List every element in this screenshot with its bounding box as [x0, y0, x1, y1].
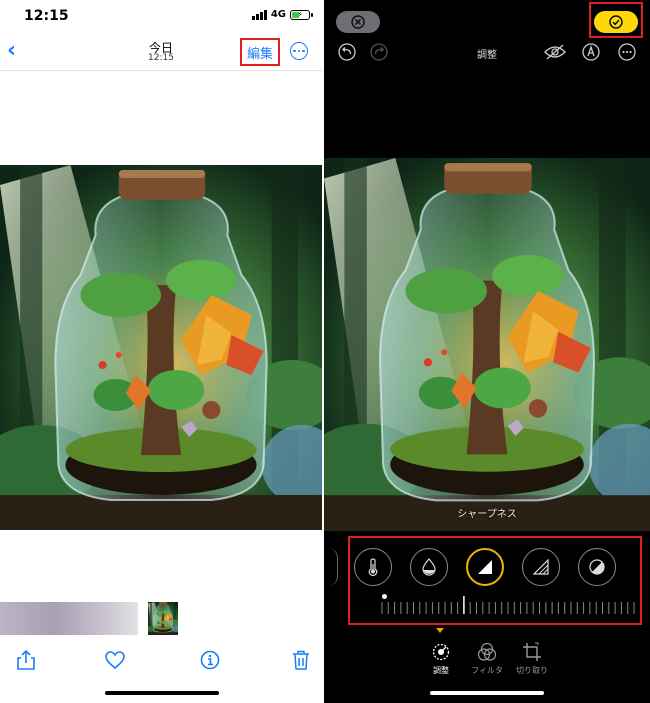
filters-icon [476, 641, 498, 663]
thumbnail-strip[interactable] [0, 602, 138, 635]
thumbnail-current[interactable] [148, 602, 178, 635]
adjustment-name-label: シャープネス [457, 509, 517, 520]
photo [0, 165, 322, 530]
tab-adjust[interactable]: 調整 [419, 641, 463, 676]
sharpness-icon[interactable] [466, 548, 504, 586]
checkmark-icon [609, 15, 623, 29]
cancel-button[interactable] [336, 11, 380, 33]
edit-button[interactable]: 編集 [240, 38, 280, 66]
editing-photo [324, 158, 650, 531]
info-icon[interactable] [200, 650, 220, 670]
definition-icon[interactable] [522, 548, 560, 586]
share-icon[interactable] [16, 650, 36, 670]
more-options-icon[interactable] [618, 43, 636, 61]
adjustment-partial-icon[interactable] [328, 548, 338, 586]
battery-icon: ⚡ [290, 9, 313, 20]
tab-crop-label: 切り取り [516, 666, 548, 675]
tab-crop[interactable]: 切り取り [510, 641, 554, 676]
photo-editor-screen: 調整 シャープネス 調整 フィルタ 切り取り [324, 0, 650, 703]
editor-title: 調整 [477, 50, 497, 61]
done-button[interactable] [594, 11, 638, 33]
heart-icon[interactable] [105, 650, 125, 670]
tab-adjust-label: 調整 [433, 666, 449, 675]
nav-divider [0, 70, 322, 71]
markup-pen-icon[interactable] [582, 43, 600, 61]
more-options-icon[interactable] [290, 42, 308, 60]
tab-filters-label: フィルタ [471, 666, 503, 675]
thermometer-icon[interactable] [354, 548, 392, 586]
adjust-dial-icon [430, 641, 452, 663]
noise-reduction-icon[interactable] [578, 548, 616, 586]
trash-icon[interactable] [291, 650, 311, 670]
tab-filters[interactable]: フィルタ [465, 641, 509, 676]
network-label: 4G [270, 9, 286, 20]
adjustment-slider[interactable] [380, 596, 636, 616]
crop-icon [521, 641, 543, 663]
droplet-icon[interactable] [410, 548, 448, 586]
home-indicator [105, 691, 219, 695]
signal-icon [251, 9, 267, 20]
close-icon [351, 15, 365, 29]
active-tab-indicator [436, 628, 444, 633]
status-icons: 4G ⚡ [251, 9, 313, 20]
home-indicator [430, 691, 544, 695]
hide-eye-icon[interactable] [544, 43, 566, 61]
status-time: 12:15 [24, 8, 69, 24]
photo-viewer-screen: 12:15 4G ⚡ ‹ 今日 12:15 編集 [0, 0, 322, 703]
